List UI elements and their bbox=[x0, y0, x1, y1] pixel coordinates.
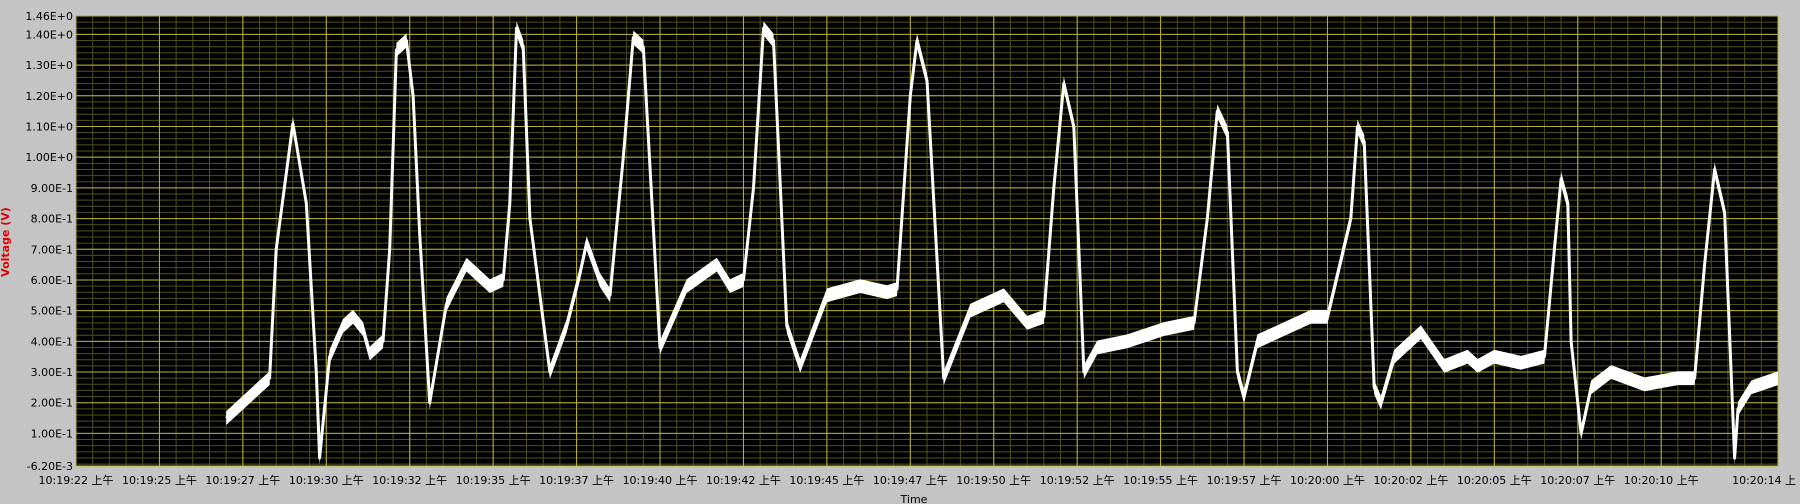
y-tick-label: 5.00E-1 bbox=[31, 305, 73, 318]
plot-area bbox=[75, 15, 1779, 467]
x-tick-label: 10:19:42 上午 bbox=[706, 474, 781, 487]
x-tick-label: 10:19:57 上午 bbox=[1207, 474, 1282, 487]
y-tick-label: 2.00E-1 bbox=[31, 397, 73, 410]
x-tick-label: 10:19:37 上午 bbox=[539, 474, 614, 487]
y-tick-label: 1.10E+0 bbox=[25, 120, 73, 133]
y-tick-label: 6.00E-1 bbox=[31, 274, 73, 287]
x-tick-label: 10:20:10 上午 bbox=[1624, 474, 1699, 487]
y-tick-label: 1.00E-1 bbox=[31, 427, 73, 440]
y-tick-label: 1.46E+0 bbox=[25, 10, 73, 23]
y-tick-label: 3.00E-1 bbox=[31, 366, 73, 379]
y-axis-title: Voltage (V) bbox=[0, 207, 12, 277]
x-tick-label: 10:20:05 上午 bbox=[1457, 474, 1532, 487]
y-tick-label: 8.00E-1 bbox=[31, 213, 73, 226]
y-tick-label: 1.00E+0 bbox=[25, 151, 73, 164]
x-tick-label: 10:19:27 上午 bbox=[205, 474, 280, 487]
x-tick-label: 10:19:40 上午 bbox=[623, 474, 698, 487]
x-tick-label: 10:20:02 上午 bbox=[1373, 474, 1448, 487]
x-tick-label: 10:20:07 上午 bbox=[1540, 474, 1615, 487]
x-tick-label: 10:19:25 上午 bbox=[122, 474, 197, 487]
x-tick-label: 10:19:55 上午 bbox=[1123, 474, 1198, 487]
y-tick-label: 1.40E+0 bbox=[25, 28, 73, 41]
y-tick-label: -6.20E-3 bbox=[27, 460, 73, 473]
x-tick-label: 10:19:30 上午 bbox=[289, 474, 364, 487]
x-tick-label: 10:19:47 上午 bbox=[873, 474, 948, 487]
y-tick-label: 7.00E-1 bbox=[31, 243, 73, 256]
y-tick-label: 9.00E-1 bbox=[31, 182, 73, 195]
x-tick-label: 10:19:50 上午 bbox=[956, 474, 1031, 487]
x-tick-label: 10:19:35 上午 bbox=[456, 474, 531, 487]
x-axis-title: Time bbox=[900, 493, 928, 504]
y-tick-label: 1.30E+0 bbox=[25, 59, 73, 72]
y-tick-label: 1.20E+0 bbox=[25, 90, 73, 103]
x-tick-label: 10:19:32 上午 bbox=[372, 474, 447, 487]
x-tick-label: 10:19:45 上午 bbox=[789, 474, 864, 487]
x-tick-label: 10:20:00 上午 bbox=[1290, 474, 1365, 487]
x-tick-label: 10:19:52 上午 bbox=[1040, 474, 1115, 487]
y-tick-label: 4.00E-1 bbox=[31, 335, 73, 348]
x-tick-label: 10:20:14 上 bbox=[1732, 474, 1796, 487]
x-tick-label: 10:19:22 上午 bbox=[39, 474, 114, 487]
voltage-chart: 1.46E+0 1.40E+0 1.30E+0 1.20E+0 1.10E+0 1.00E… bbox=[0, 0, 1800, 504]
